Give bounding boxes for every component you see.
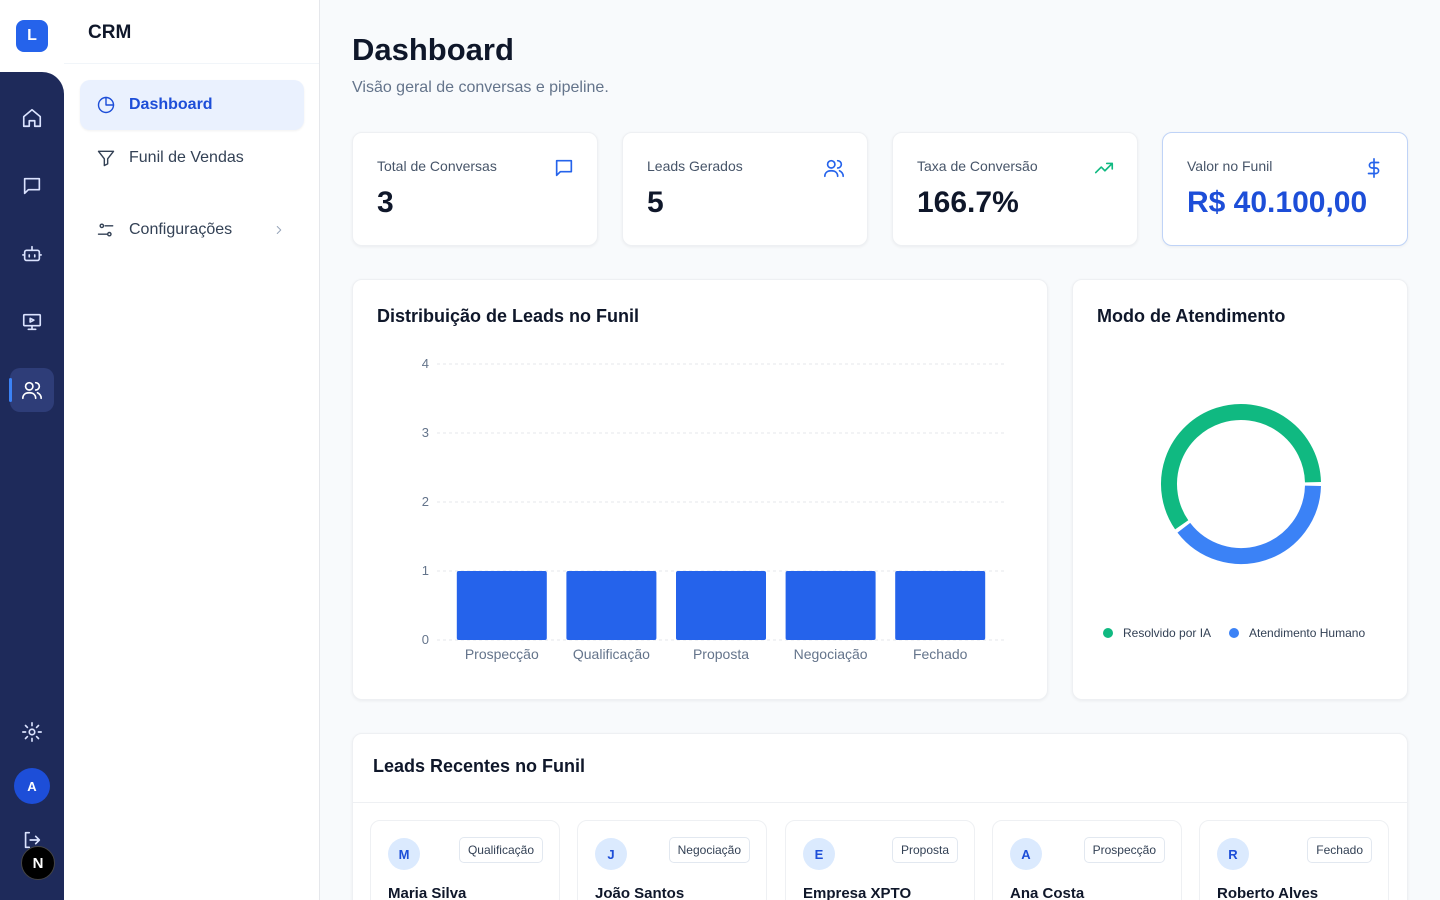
kpi-value: 166.7% <box>917 186 1019 219</box>
chat-icon[interactable] <box>10 164 54 208</box>
x-tick-label: Prospecção <box>465 646 539 662</box>
lead-name: Ana Costa <box>1010 885 1085 900</box>
stage-badge: Proposta <box>891 837 958 863</box>
funnel-chart-card: Distribuição de Leads no Funil 0 1 2 3 4 Pros… <box>352 279 1048 700</box>
y-tick-label: 2 <box>422 494 429 509</box>
kpi-card-leads: Leads Gerados 5 <box>622 132 868 246</box>
main-content: Dashboard Visão geral de conversas e pip… <box>320 0 1440 900</box>
x-tick-label: Fechado <box>913 646 968 662</box>
avatar[interactable]: A <box>14 768 50 804</box>
bar[interactable] <box>566 571 657 640</box>
kpi-value: 3 <box>377 186 394 219</box>
lead-card[interactable]: A Prospecção Ana Costa <box>992 820 1182 900</box>
stage-badge: Negociação <box>668 837 750 863</box>
nav-item-dashboard[interactable]: Dashboard <box>80 80 304 130</box>
stage-badge: Qualificação <box>458 837 543 863</box>
kpi-label: Leads Gerados <box>647 158 743 174</box>
next-badge[interactable]: N <box>21 846 55 880</box>
lead-name: Roberto Alves <box>1217 885 1319 900</box>
icon-rail: L A N <box>0 0 64 900</box>
kpi-card-conversas: Total de Conversas 3 <box>352 132 598 246</box>
trending-up-icon <box>1093 157 1115 179</box>
dollar-icon <box>1363 157 1385 179</box>
side-panel: CRM Dashboard Funil de Vendas Configuraç… <box>64 0 320 900</box>
nav-item-configuracoes[interactable]: Configurações <box>80 205 304 255</box>
lead-card[interactable]: M Qualificação Maria Silva <box>370 820 560 900</box>
recent-leads-header: Leads Recentes no Funil <box>353 734 1407 803</box>
bar[interactable] <box>895 571 986 640</box>
kpi-value: 5 <box>647 186 664 219</box>
bar[interactable] <box>785 571 876 640</box>
page-subtitle: Visão geral de conversas e pipeline. <box>352 79 609 96</box>
kpi-value: R$ 40.100,00 <box>1187 186 1368 219</box>
x-tick-label: Negociação <box>794 646 868 662</box>
home-icon[interactable] <box>10 96 54 140</box>
message-icon <box>553 157 575 179</box>
kpi-label: Valor no Funil <box>1187 158 1273 174</box>
legend-item-humano: Atendimento Humano <box>1229 626 1365 640</box>
bot-icon[interactable] <box>10 232 54 276</box>
nav-item-label: Configurações <box>129 221 233 238</box>
y-tick-label: 1 <box>422 563 429 578</box>
lead-card[interactable]: J Negociação João Santos <box>577 820 767 900</box>
bar-chart: 0 1 2 3 4 Prospecção Qualificação Proposta Negoc… <box>422 356 1005 662</box>
legend-item-ia: Resolvido por IA <box>1103 626 1211 640</box>
stage-badge: Prospecção <box>1083 837 1165 863</box>
legend-dot <box>1229 628 1240 638</box>
avatar: R <box>1217 838 1249 870</box>
users-icon[interactable] <box>9 368 54 412</box>
avatar: E <box>803 838 835 870</box>
card-title: Leads Recentes no Funil <box>373 756 586 776</box>
legend-label: Atendimento Humano <box>1249 626 1366 640</box>
x-tick-label: Proposta <box>693 646 749 662</box>
kpi-card-conversao: Taxa de Conversão 166.7% <box>892 132 1138 246</box>
pie-slice[interactable] <box>1161 404 1321 530</box>
lead-name: João Santos <box>595 885 685 900</box>
sliders-icon <box>97 223 114 237</box>
nav-item-label: Funil de Vendas <box>129 149 244 166</box>
pie-chart-icon <box>97 96 115 114</box>
chart-legend: Resolvido por IA Atendimento Humano <box>1103 626 1365 640</box>
gear-icon[interactable] <box>10 710 54 754</box>
avatar: M <box>388 838 420 870</box>
x-tick-label: Qualificação <box>573 646 650 662</box>
kpi-label: Taxa de Conversão <box>917 158 1038 174</box>
presentation-icon[interactable] <box>10 300 54 344</box>
lead-name: Maria Silva <box>388 885 467 900</box>
kpi-label: Total de Conversas <box>377 158 497 174</box>
y-tick-label: 0 <box>422 632 429 647</box>
lead-card[interactable]: R Fechado Roberto Alves <box>1199 820 1389 900</box>
pie-slice[interactable] <box>1177 485 1321 564</box>
funnel-icon <box>97 150 115 167</box>
lead-name: Empresa XPTO <box>803 885 912 900</box>
nav-item-label: Dashboard <box>129 96 213 113</box>
page-title: Dashboard <box>352 32 514 67</box>
mode-chart-card: Modo de Atendimento Resolvido por IA Ate… <box>1072 279 1408 700</box>
legend-label: Resolvido por IA <box>1123 626 1212 640</box>
chevron-right-icon <box>276 226 282 234</box>
kpi-card-valor: Valor no Funil R$ 40.100,00 <box>1162 132 1408 246</box>
section-title: CRM <box>64 0 319 64</box>
lead-card[interactable]: E Proposta Empresa XPTO <box>785 820 975 900</box>
bar[interactable] <box>456 571 547 640</box>
app-logo[interactable]: L <box>16 20 48 52</box>
y-tick-label: 4 <box>422 356 429 371</box>
avatar: A <box>1010 838 1042 870</box>
avatar: J <box>595 838 627 870</box>
bar[interactable] <box>676 571 766 640</box>
legend-dot <box>1103 628 1113 638</box>
recent-leads-card: Leads Recentes no Funil M Qualificação M… <box>352 733 1408 900</box>
nav-item-funil[interactable]: Funil de Vendas <box>80 133 304 183</box>
stage-badge: Fechado <box>1307 837 1372 863</box>
users-icon <box>823 157 845 179</box>
y-tick-label: 3 <box>422 425 429 440</box>
